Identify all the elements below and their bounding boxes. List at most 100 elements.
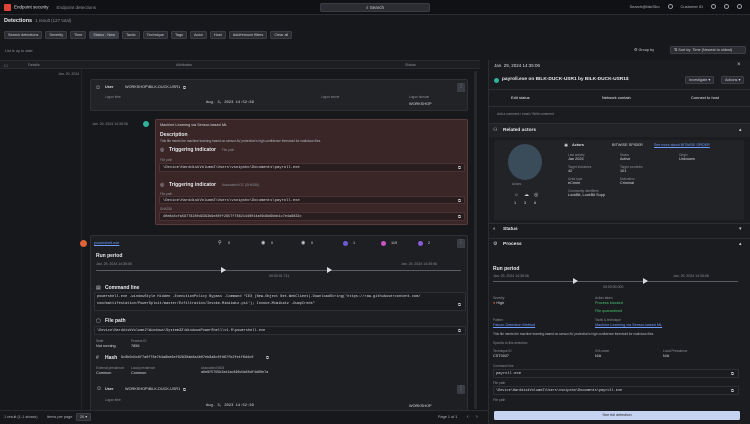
ioa-name-label: IOA name [595,349,610,353]
dns-icon: ◉ [261,240,266,246]
process-path-box: \Device\HarddiskVolume2\Windows\System32… [94,326,466,335]
ioa-name-value: N/A [595,354,602,358]
comment-row: Add a comment / email / Write comment [489,106,750,120]
time-filter[interactable]: Time [70,31,87,39]
host-filter[interactable]: Host [209,31,226,39]
actor-status-value: Active [620,157,631,161]
apps-icon[interactable] [724,4,729,9]
search-detections-filter[interactable]: Search detections [4,31,43,39]
investigate-label: Investigate [689,78,708,82]
see-full-detection-button[interactable]: See full detection [494,411,740,420]
global-search[interactable]: ⌕ Search [320,3,430,12]
more-options-button[interactable]: ⋮ [457,83,465,92]
status-section-header[interactable]: ◐ Status ▾ [489,223,750,235]
customer-id[interactable]: Customer ID [681,4,703,9]
tags-filter[interactable]: Tags [170,31,188,39]
process-details: Run period Jan. 29, 2024 14:35:06 Jan. 2… [493,254,743,404]
pattern-link[interactable]: Falcon Detection Method [493,323,535,327]
indicator-type: Associated IOC (SHA256) [222,183,260,187]
motivation-value: Criminal [620,181,634,185]
actor-card: Actors ✺ Actors BITWISE SPIDER See more … [494,140,744,220]
actions-label: Actions [725,78,738,82]
command-line-box: payroll.exe ⧉ [493,369,739,378]
profile-icon[interactable] [737,4,742,9]
close-icon[interactable]: × [737,62,741,68]
actor-filter[interactable]: Actor [190,31,207,39]
add-remove-filters-button[interactable]: Add/remove filters [228,31,268,39]
help-icon[interactable] [667,4,673,9]
module-icon [343,241,348,246]
copy-icon[interactable]: ⧉ [183,387,186,392]
sun-icon: ☼ [514,192,519,198]
items-per-page-select[interactable]: 20 ▾ [76,413,92,421]
hash-icon: # [96,355,99,361]
next-page-icon[interactable]: › [476,414,478,420]
process-section-header[interactable]: ⚙ Process ▴ [489,238,750,250]
process-card: powershell.exe ⚲ 0 ◉ 0 ◉ 0 1 119 2 ⋮ Run… [90,235,468,410]
logon-domain-label: Logon domain [409,95,430,99]
command-line-label: Command line [493,364,514,368]
status-filter[interactable]: Status : New [89,31,119,39]
status-icon: ◐ [493,226,497,232]
copy-icon[interactable]: ⧉ [458,302,461,307]
run-start-marker [221,267,226,273]
detection-timeline: Jan. 29, 2024 ☺ User WORKSHOP\BILK-DUCK-… [0,69,480,410]
column-attributes[interactable]: Attributes [176,63,192,67]
left-scrollbar[interactable] [474,71,477,409]
user-account[interactable]: Search@falcSbo [629,4,659,9]
page-title: Detections 1 result (127 total) [4,18,71,24]
md5-label: Associated MD5 [201,366,225,370]
prev-page-icon[interactable]: ‹ [467,414,469,420]
tactic-filter[interactable]: Tactic [121,31,140,39]
group-by-button[interactable]: ⚙ Group by [634,47,654,52]
comment-input[interactable]: Add a comment / email / Write comment [497,112,554,116]
copy-icon[interactable]: ⧉ [458,198,461,203]
copy-icon[interactable]: ⧉ [731,371,734,376]
column-details[interactable]: Details [28,63,40,67]
sort-by-select[interactable]: ⇅ Sort by: Time (Newest to oldest) [670,46,746,54]
detection-details-panel: Jan. 29, 2024 14:35:06 × payroll.exe on … [488,60,750,424]
copy-icon[interactable]: ⧉ [183,85,186,90]
detection-card: Machine Learning via Sensor-based ML Des… [155,119,468,225]
copy-icon[interactable]: ⧉ [458,214,461,219]
app-brand[interactable]: Endpoint security Endpoint detections [4,4,96,11]
related-actors-header[interactable]: ⚇ Related actors ▴ [489,123,750,137]
process-name-link[interactable]: powershell.exe [94,241,119,245]
external-prevalence-label: External prevalence [96,366,125,370]
severity-label: Severity [493,296,505,300]
community-identifiers-value: LockBit, LockBit Supp [568,193,605,197]
more-options-button[interactable]: ⋮ [457,239,465,248]
actor-type-value: eCrime [568,181,581,185]
app-name: Endpoint security [14,4,49,10]
file-path-box: \Device\HarddiskVolume2\Users\vsnipsho\D… [493,386,739,395]
file-path-value: \Device\HarddiskVolume2\Users\vsnipsho\D… [496,389,623,393]
indicator-icon: ◎ [160,182,165,188]
see-more-link[interactable]: See more about BITWISE SPIDER [654,143,710,147]
technique-link[interactable]: Machine Learning via Sensor-based ML [595,323,662,327]
connect-to-host-button[interactable]: Connect to host [691,95,719,100]
breadcrumb[interactable]: Endpoint detections [57,5,97,10]
target-icon: ◎ [534,192,539,198]
command-line-box: powershell.exe -windowStyle Hidden -Exec… [94,292,466,311]
severity-text: High [496,301,505,305]
chevron-up-icon[interactable]: ▴ [739,127,742,133]
related-actors-heading: Related actors [503,128,537,133]
edit-status-button[interactable]: Edit status [511,95,530,100]
network-contain-button[interactable]: Network contain [602,95,631,100]
clear-all-button[interactable]: Clear all [270,31,293,39]
column-status[interactable]: Status [405,63,416,67]
copy-icon[interactable]: ⧉ [458,328,461,333]
copy-icon[interactable]: ⧉ [731,388,734,393]
select-all-checkbox[interactable]: ☐ [4,63,7,68]
chevron-up-icon[interactable]: ▴ [739,241,742,247]
detection-description: This file meets the machine learning-bas… [493,332,655,336]
notifications-icon[interactable] [711,4,716,9]
technique-filter[interactable]: Technique [142,31,168,39]
copy-icon[interactable]: ⧉ [266,355,269,360]
chevron-down-icon[interactable]: ▾ [739,226,742,232]
copy-icon[interactable]: ⧉ [458,165,461,170]
investigate-button[interactable]: Investigate ▾ [685,76,715,84]
more-options-button[interactable]: ⋮ [457,385,465,394]
severity-filter[interactable]: Severity [45,31,68,39]
actions-button[interactable]: Actions ▾ [721,76,745,84]
